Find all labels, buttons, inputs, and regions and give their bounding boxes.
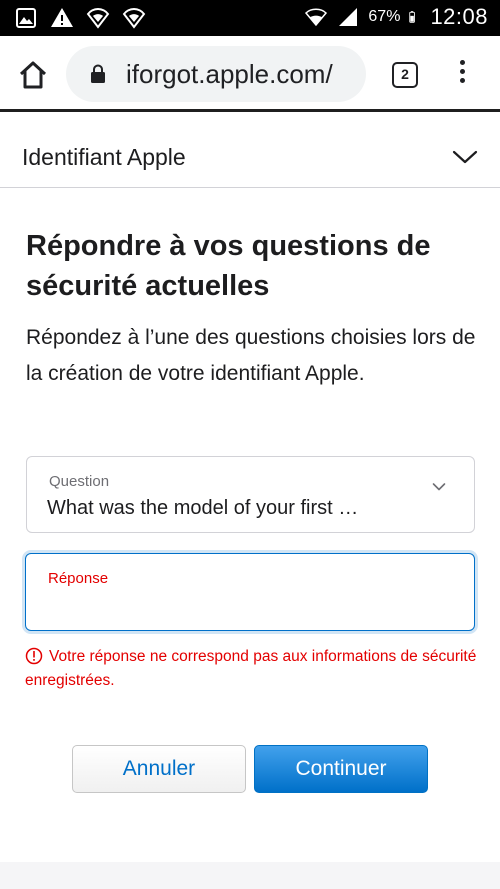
chevron-down-icon[interactable] <box>452 148 478 166</box>
question-label: Question <box>49 473 110 490</box>
signal-icon <box>339 8 358 26</box>
status-bar: 67% 12:08 <box>0 0 500 36</box>
cancel-button[interactable]: Annuler <box>72 745 246 793</box>
wifi-icon <box>305 8 328 27</box>
answer-label: Réponse <box>48 570 109 587</box>
image-icon <box>16 8 36 28</box>
tab-switcher-button[interactable]: 2 <box>392 62 418 88</box>
answer-field[interactable]: Réponse <box>25 553 475 631</box>
page-title: Répondre à vos questions de sécurité act… <box>26 230 431 302</box>
battery-percent: 67% <box>368 8 401 25</box>
error-text: Votre réponse ne correspond pas aux info… <box>25 648 477 689</box>
shield-wifi-icon <box>86 7 110 29</box>
answer-input[interactable] <box>46 592 446 622</box>
security-question-select[interactable]: Question What was the model of your firs… <box>26 456 475 533</box>
clock: 12:08 <box>430 4 488 29</box>
error-icon <box>25 647 43 665</box>
question-value: What was the model of your first … <box>47 497 359 519</box>
warning-icon <box>51 8 73 27</box>
lock-icon <box>91 64 105 83</box>
continue-button[interactable]: Continuer <box>254 745 428 793</box>
chevron-down-icon <box>432 483 446 491</box>
apple-id-nav[interactable]: Identifiant Apple <box>0 126 500 188</box>
error-message: Votre réponse ne correspond pas aux info… <box>25 645 483 693</box>
status-bar-right: 67% 12:08 <box>304 4 488 30</box>
status-bar-left-icons <box>14 6 146 30</box>
battery-icon <box>409 11 416 23</box>
overflow-menu-icon[interactable] <box>452 60 472 90</box>
main-content: Répondre à vos questions de sécurité act… <box>26 226 476 392</box>
page-description: Répondez à l’une des questions choisies … <box>26 326 476 385</box>
footer-strip <box>0 862 500 889</box>
apple-id-nav-title: Identifiant Apple <box>22 144 186 170</box>
home-icon[interactable] <box>16 58 50 92</box>
url-text: iforgot.apple.com/ <box>126 59 333 89</box>
shield-wifi-icon <box>122 7 146 29</box>
browser-toolbar: iforgot.apple.com/ 2 <box>0 36 500 112</box>
address-bar[interactable]: iforgot.apple.com/ <box>66 46 366 102</box>
